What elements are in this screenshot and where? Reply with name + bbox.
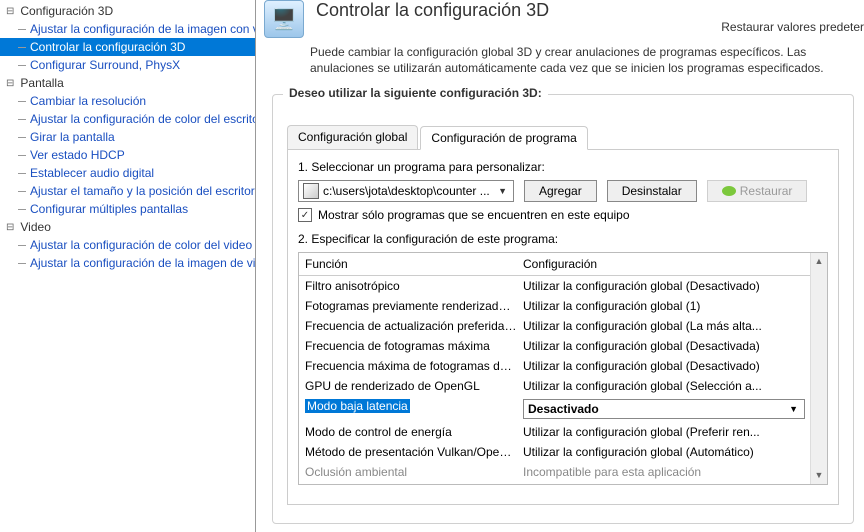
tree-item-change-resolution[interactable]: Cambiar la resolución (0, 92, 255, 110)
program-select[interactable]: c:\users\jota\desktop\counter ... ▼ (298, 180, 514, 202)
scroll-down-icon[interactable]: ▼ (811, 467, 827, 484)
chevron-down-icon: ▼ (492, 186, 513, 196)
setting-value: Utilizar la configuración global (Prefer… (523, 425, 821, 439)
setting-name: GPU de renderizado de OpenGL (305, 379, 523, 393)
table-row[interactable]: GPU de renderizado de OpenGLUtilizar la … (299, 376, 827, 396)
table-row[interactable]: Fotogramas previamente renderizados pa..… (299, 296, 827, 316)
tree-item-desktop-size-pos[interactable]: Ajustar el tamaño y la posición del escr… (0, 182, 255, 200)
setting-name: Oclusión ambiental (305, 465, 523, 479)
program-path-text: c:\users\jota\desktop\counter ... (323, 184, 492, 198)
setting-name: Modo de control de energía (305, 425, 523, 439)
tab-body: 1. Seleccionar un programa para personal… (287, 150, 839, 505)
tree-item-rotate-display[interactable]: Girar la pantalla (0, 128, 255, 146)
page-description: Puede cambiar la configuración global 3D… (256, 44, 864, 76)
table-row[interactable]: Filtro anisotrópicoUtilizar la configura… (299, 276, 827, 296)
scroll-up-icon[interactable]: ▲ (811, 253, 827, 270)
restore-defaults-link[interactable]: Restaurar valores predeter (721, 20, 864, 34)
add-button[interactable]: Agregar (524, 180, 597, 202)
tree-group-3d[interactable]: Configuración 3D (0, 2, 255, 20)
setting-name: Modo baja latencia (305, 399, 410, 413)
tree-item-manage-3d[interactable]: Controlar la configuración 3D (0, 38, 255, 56)
setting-value: Utilizar la configuración global (Selecc… (523, 379, 821, 393)
tab-global[interactable]: Configuración global (287, 125, 418, 149)
tree-item-hdcp-status[interactable]: Ver estado HDCP (0, 146, 255, 164)
setting-name: Fotogramas previamente renderizados pa..… (305, 299, 523, 313)
main-panel: 🖥️ Controlar la configuración 3D Restaur… (256, 0, 864, 532)
table-row[interactable]: Oclusión ambientalIncompatible para esta… (299, 462, 827, 482)
table-row[interactable]: Método de presentación Vulkan/OpenGLUtil… (299, 442, 827, 462)
tree-group-display[interactable]: Pantalla (0, 74, 255, 92)
group-title: Deseo utilizar la siguiente configuració… (283, 86, 548, 100)
setting-value: Utilizar la configuración global (1) (523, 299, 821, 313)
tree-item-multiple-displays[interactable]: Configurar múltiples pantallas (0, 200, 255, 218)
table-row[interactable]: Modo de control de energíaUtilizar la co… (299, 422, 827, 442)
setting-value-select[interactable]: Desactivado▼ (523, 399, 805, 419)
table-row[interactable]: Frecuencia de actualización preferida (S… (299, 316, 827, 336)
setting-value: Incompatible para esta aplicación (523, 465, 821, 479)
nav-tree: Configuración 3D Ajustar la configuració… (0, 0, 256, 532)
chevron-down-icon: ▼ (783, 404, 804, 414)
page-title: Controlar la configuración 3D (316, 0, 549, 21)
setting-value: Utilizar la configuración global (Desact… (523, 279, 821, 293)
table-row[interactable]: Frecuencia máxima de fotogramas de la a.… (299, 356, 827, 376)
scrollbar[interactable]: ▲ ▼ (810, 253, 827, 484)
uninstall-button[interactable]: Desinstalar (607, 180, 697, 202)
tabs: Configuración global Configuración de pr… (287, 125, 839, 150)
setting-name: Frecuencia máxima de fotogramas de la a.… (305, 359, 523, 373)
tree-item-video-image[interactable]: Ajustar la configuración de la imagen de… (0, 254, 255, 272)
show-only-checkbox[interactable]: ✓ (298, 208, 312, 222)
setting-name: Método de presentación Vulkan/OpenGL (305, 445, 523, 459)
nvidia-icon (722, 186, 736, 196)
program-exe-icon (303, 183, 319, 199)
setting-value: Utilizar la configuración global (Desact… (523, 359, 821, 373)
step1-label: 1. Seleccionar un programa para personal… (298, 160, 828, 174)
setting-name: Filtro anisotrópico (305, 279, 523, 293)
setting-name: Frecuencia de fotogramas máxima (305, 339, 523, 353)
setting-name: Frecuencia de actualización preferida (S… (305, 319, 523, 333)
tree-item-image-settings[interactable]: Ajustar la configuración de la imagen co… (0, 20, 255, 38)
setting-value: Utilizar la configuración global (Desact… (523, 339, 821, 353)
table-row[interactable]: Frecuencia de fotogramas máximaUtilizar … (299, 336, 827, 356)
settings-table: ▲ ▼ Función Configuración Filtro anisotr… (298, 252, 828, 485)
show-only-label: Mostrar sólo programas que se encuentren… (318, 208, 630, 222)
col-config: Configuración (523, 257, 597, 271)
setting-value: Utilizar la configuración global (Automá… (523, 445, 821, 459)
restore-button: Restaurar (707, 180, 808, 202)
tab-program[interactable]: Configuración de programa (420, 126, 587, 150)
setting-value: Utilizar la configuración global (La más… (523, 319, 821, 333)
tree-item-video-color[interactable]: Ajustar la configuración de color del vi… (0, 236, 255, 254)
tree-group-video[interactable]: Video (0, 218, 255, 236)
step2-label: 2. Especificar la configuración de este … (298, 232, 828, 246)
table-row[interactable]: Modo baja latencia Desactivado▼ (299, 396, 827, 422)
tree-item-digital-audio[interactable]: Establecer audio digital (0, 164, 255, 182)
col-function: Función (305, 257, 523, 271)
settings-group: Deseo utilizar la siguiente configuració… (272, 94, 854, 524)
tree-item-surround-physx[interactable]: Configurar Surround, PhysX (0, 56, 255, 74)
tree-item-desktop-color[interactable]: Ajustar la configuración de color del es… (0, 110, 255, 128)
setting-value-text: Desactivado (524, 402, 783, 416)
page-icon: 🖥️ (264, 0, 304, 38)
